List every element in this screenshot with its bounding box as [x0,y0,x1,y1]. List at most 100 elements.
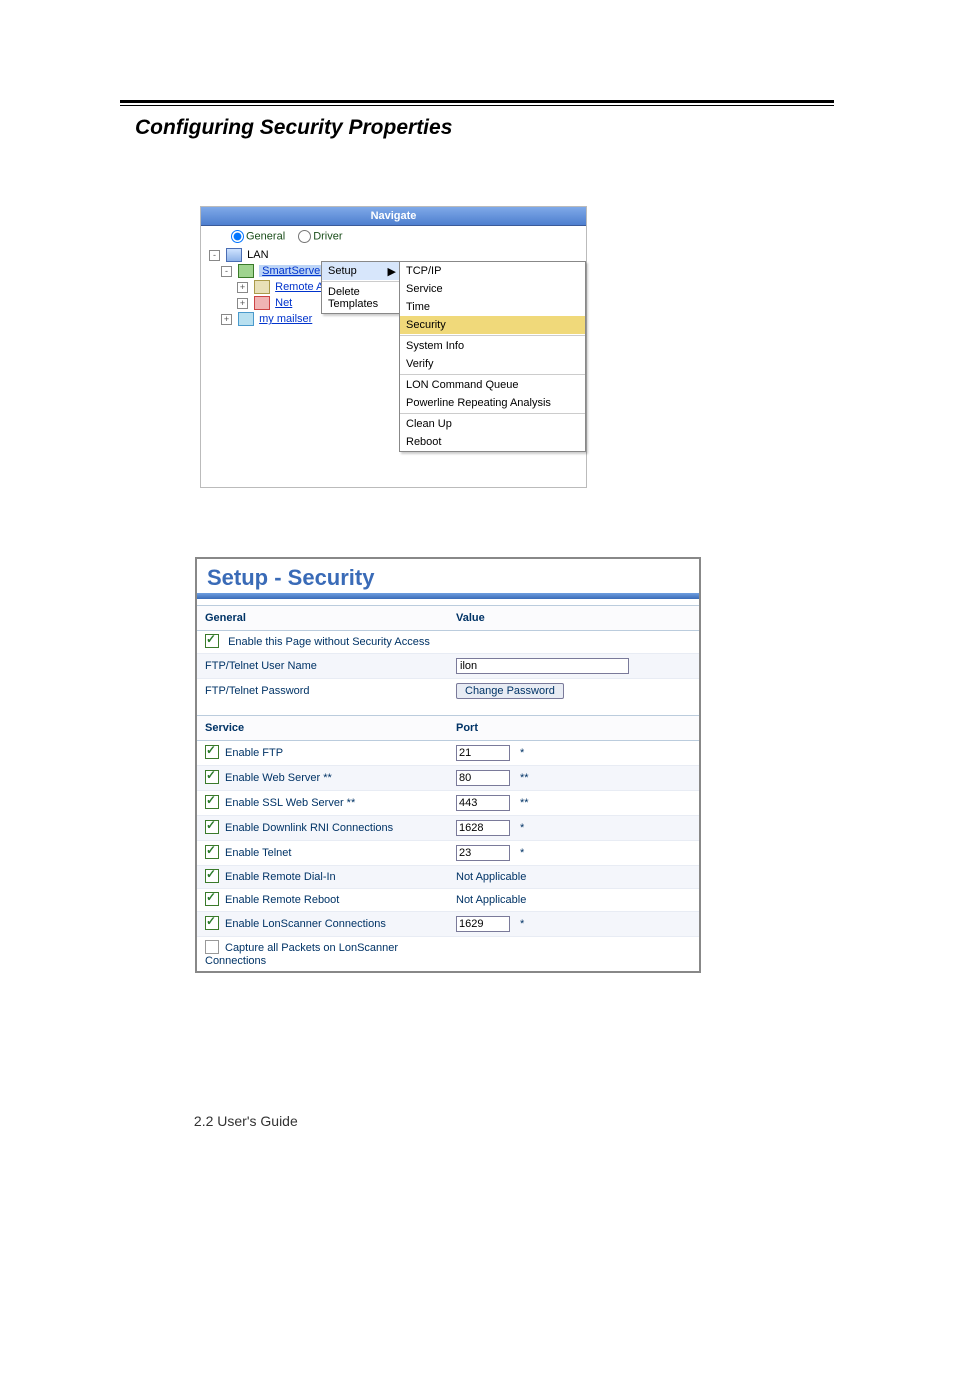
service-checkbox[interactable] [205,869,219,883]
service-label: Enable Downlink RNI Connections [225,821,393,833]
port-input[interactable] [456,845,510,861]
context-menu: Setup ▶ Delete Templates [321,261,401,314]
service-row: Enable Telnet * [197,840,699,865]
service-label: Enable FTP [225,746,283,758]
expander-icon[interactable]: - [209,250,220,261]
expander-icon[interactable]: + [221,314,232,325]
label-ftp-user: FTP/Telnet User Name [197,653,448,678]
navigate-header: Navigate [201,207,586,226]
service-label: Enable Web Server ** [225,771,332,783]
port-na: Not Applicable [448,865,699,888]
service-checkbox[interactable] [205,795,219,809]
port-input[interactable] [456,770,510,786]
section-heading: Configuring Security Properties [135,116,954,140]
submenu-time[interactable]: Time [400,298,585,316]
submenu-reboot[interactable]: Reboot [400,433,585,451]
service-label: Enable LonScanner Connections [225,917,386,929]
input-ftp-user[interactable] [456,658,629,674]
submenu-powerline[interactable]: Powerline Repeating Analysis [400,394,585,412]
port-header: Port [448,715,699,740]
radio-driver[interactable] [298,230,311,243]
tree-remote-label: Remote A [275,281,323,293]
smartserver-icon [238,264,254,278]
navigate-panel: Navigate General Driver - LAN - SmartSer… [200,206,587,488]
port-input[interactable] [456,795,510,811]
checkbox-enable-page[interactable] [205,634,219,648]
port-aster: * [520,847,524,859]
lan-icon [226,248,242,262]
menu-setup-label: Setup [328,265,357,277]
port-na: Not Applicable [448,888,699,911]
service-label: Enable Remote Dial-In [225,870,336,882]
port-input[interactable] [456,745,510,761]
guide-label: 2.2 User's Guide [194,1113,298,1129]
service-label: Capture all Packets on LonScanner Connec… [205,941,398,966]
label-ftp-pass: FTP/Telnet Password [197,678,448,703]
service-header-row: Service Port [197,715,699,740]
port-aster: * [520,747,524,759]
service-row: Enable Remote Dial-In Not Applicable [197,865,699,888]
remote-icon [254,280,270,294]
label-enable-page: Enable this Page without Security Access [228,635,430,647]
radio-general-label: General [246,231,285,243]
submenu-tcpip[interactable]: TCP/IP [400,262,585,280]
section-rule [120,100,834,106]
service-checkbox[interactable] [205,940,219,954]
port-aster: ** [520,797,529,809]
submenu-clean-up[interactable]: Clean Up [400,415,585,433]
service-checkbox[interactable] [205,892,219,906]
service-checkbox[interactable] [205,916,219,930]
tree-smartserver-label: SmartServer [259,265,327,277]
service-label: Enable Remote Reboot [225,893,339,905]
row-ftp-pass: FTP/Telnet Password Change Password [197,678,699,703]
change-password-button[interactable]: Change Password [456,683,564,699]
menu-setup[interactable]: Setup ▶ [322,262,400,280]
service-checkbox[interactable] [205,745,219,759]
expander-icon[interactable]: + [237,282,248,293]
row-enable-page: Enable this Page without Security Access [197,630,699,653]
security-panel: Setup - Security General Value Enable th… [195,557,701,973]
expander-icon[interactable]: + [237,298,248,309]
tree-net-label: Net [275,297,292,309]
tree-lan-label: LAN [247,249,268,261]
footer: 76 2.2 User's Guide [0,1113,954,1129]
general-header: General [197,605,448,630]
port-aster: * [520,918,524,930]
service-row: Enable Downlink RNI Connections * [197,815,699,840]
service-checkbox[interactable] [205,845,219,859]
service-row: Enable SSL Web Server ** ** [197,790,699,815]
service-row: Enable LonScanner Connections * [197,911,699,936]
row-ftp-user: FTP/Telnet User Name [197,653,699,678]
service-label: Enable Telnet [225,846,291,858]
expander-icon[interactable]: - [221,266,232,277]
menu-delete-templates[interactable]: Delete Templates [322,283,400,313]
service-checkbox[interactable] [205,770,219,784]
service-row: Enable FTP * [197,740,699,765]
chevron-right-icon: ▶ [388,265,396,278]
submenu-lon-cq[interactable]: LON Command Queue [400,376,585,394]
service-checkbox[interactable] [205,820,219,834]
page-number: 76 [135,1113,151,1129]
port-input[interactable] [456,820,510,836]
service-row: Enable Web Server ** ** [197,765,699,790]
setup-submenu: TCP/IP Service Time Security System Info… [399,261,586,452]
submenu-verify[interactable]: Verify [400,355,585,373]
service-label: Enable SSL Web Server ** [225,796,355,808]
mid-paragraph: – [135,518,834,536]
panel-title: Setup - Security [197,559,699,593]
service-row: Enable Remote Reboot Not Applicable [197,888,699,911]
port-aster: * [520,822,524,834]
mailserver-icon [238,312,254,326]
submenu-service[interactable]: Service [400,280,585,298]
navigate-mode-row: General Driver [201,226,586,247]
submenu-system-info[interactable]: System Info [400,337,585,355]
service-row: Capture all Packets on LonScanner Connec… [197,936,699,971]
port-input[interactable] [456,916,510,932]
radio-general[interactable] [231,230,244,243]
intro-paragraph: , , , [135,150,834,186]
radio-driver-label: Driver [313,231,342,243]
submenu-security[interactable]: Security [400,316,585,334]
port-aster: ** [520,772,529,784]
tree-mailserver-label: my mailser [259,313,312,325]
panel-bluebar [197,593,699,599]
